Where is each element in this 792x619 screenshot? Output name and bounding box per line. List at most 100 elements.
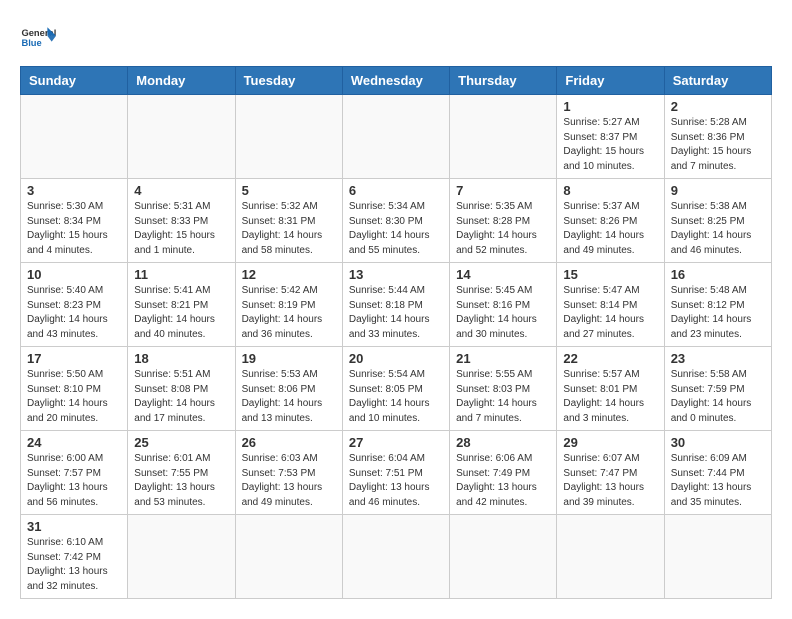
- day-info: Sunrise: 5:31 AM Sunset: 8:33 PM Dayligh…: [134, 200, 228, 258]
- day-info: Sunrise: 5:53 AM Sunset: 8:06 PM Dayligh…: [242, 368, 336, 426]
- calendar-cell: [664, 515, 771, 599]
- calendar-cell: 22 Sunrise: 5:57 AM Sunset: 8:01 PM Dayli…: [557, 347, 664, 431]
- day-number: 17: [27, 351, 121, 366]
- day-number: 31: [27, 519, 121, 534]
- day-info: Sunrise: 6:10 AM Sunset: 7:42 PM Dayligh…: [27, 536, 121, 594]
- calendar-cell: 11 Sunrise: 5:41 AM Sunset: 8:21 PM Dayli…: [128, 263, 235, 347]
- day-info: Sunrise: 6:04 AM Sunset: 7:51 PM Dayligh…: [349, 452, 443, 510]
- logo: General Blue: [20, 20, 56, 56]
- calendar-cell: [128, 95, 235, 179]
- calendar-cell: 12Sunrise: 5:42 AM Sunset: 8:19 PM Dayli…: [235, 263, 342, 347]
- day-info: Sunrise: 5:48 AM Sunset: 8:12 PM Dayligh…: [671, 284, 765, 342]
- day-number: 2: [671, 99, 765, 114]
- calendar-cell: 13Sunrise: 5:44 AM Sunset: 8:18 PM Dayli…: [342, 263, 449, 347]
- day-info: Sunrise: 5:34 AM Sunset: 8:30 PM Dayligh…: [349, 200, 443, 258]
- calendar-cell: 25 Sunrise: 6:01 AM Sunset: 7:55 PM Dayli…: [128, 431, 235, 515]
- calendar-cell: 26Sunrise: 6:03 AM Sunset: 7:53 PM Dayli…: [235, 431, 342, 515]
- day-info: Sunrise: 6:09 AM Sunset: 7:44 PM Dayligh…: [671, 452, 765, 510]
- day-number: 11: [134, 267, 228, 282]
- week-row-1: 1Sunrise: 5:27 AM Sunset: 8:37 PM Daylig…: [21, 95, 772, 179]
- day-info: Sunrise: 5:35 AM Sunset: 8:28 PM Dayligh…: [456, 200, 550, 258]
- day-info: Sunrise: 5:32 AM Sunset: 8:31 PM Dayligh…: [242, 200, 336, 258]
- day-number: 29: [563, 435, 657, 450]
- day-number: 10: [27, 267, 121, 282]
- calendar-cell: 28 Sunrise: 6:06 AM Sunset: 7:49 PM Dayli…: [450, 431, 557, 515]
- day-number: 24: [27, 435, 121, 450]
- calendar-cell: 3 Sunrise: 5:30 AM Sunset: 8:34 PM Daylig…: [21, 179, 128, 263]
- calendar-cell: 29 Sunrise: 6:07 AM Sunset: 7:47 PM Dayli…: [557, 431, 664, 515]
- day-info: Sunrise: 5:40 AM Sunset: 8:23 PM Dayligh…: [27, 284, 121, 342]
- day-info: Sunrise: 5:55 AM Sunset: 8:03 PM Dayligh…: [456, 368, 550, 426]
- calendar-cell: [342, 515, 449, 599]
- calendar-cell: [21, 95, 128, 179]
- calendar-cell: [128, 515, 235, 599]
- calendar-cell: 16Sunrise: 5:48 AM Sunset: 8:12 PM Dayli…: [664, 263, 771, 347]
- day-info: Sunrise: 5:51 AM Sunset: 8:08 PM Dayligh…: [134, 368, 228, 426]
- calendar-cell: [557, 515, 664, 599]
- day-number: 26: [242, 435, 336, 450]
- day-number: 19: [242, 351, 336, 366]
- day-number: 1: [563, 99, 657, 114]
- week-row-6: 31 Sunrise: 6:10 AM Sunset: 7:42 PM Dayli…: [21, 515, 772, 599]
- calendar-cell: 23Sunrise: 5:58 AM Sunset: 7:59 PM Dayli…: [664, 347, 771, 431]
- day-number: 13: [349, 267, 443, 282]
- day-info: Sunrise: 5:45 AM Sunset: 8:16 PM Dayligh…: [456, 284, 550, 342]
- day-number: 9: [671, 183, 765, 198]
- calendar-cell: 14 Sunrise: 5:45 AM Sunset: 8:16 PM Dayli…: [450, 263, 557, 347]
- day-number: 30: [671, 435, 765, 450]
- calendar-cell: [235, 515, 342, 599]
- day-info: Sunrise: 6:06 AM Sunset: 7:49 PM Dayligh…: [456, 452, 550, 510]
- day-number: 5: [242, 183, 336, 198]
- calendar-cell: 18 Sunrise: 5:51 AM Sunset: 8:08 PM Dayli…: [128, 347, 235, 431]
- calendar-cell: 10 Sunrise: 5:40 AM Sunset: 8:23 PM Dayli…: [21, 263, 128, 347]
- page-header: General Blue: [20, 20, 772, 56]
- week-row-4: 17 Sunrise: 5:50 AM Sunset: 8:10 PM Dayli…: [21, 347, 772, 431]
- day-number: 4: [134, 183, 228, 198]
- day-info: Sunrise: 5:41 AM Sunset: 8:21 PM Dayligh…: [134, 284, 228, 342]
- day-info: Sunrise: 5:30 AM Sunset: 8:34 PM Dayligh…: [27, 200, 121, 258]
- week-row-2: 3 Sunrise: 5:30 AM Sunset: 8:34 PM Daylig…: [21, 179, 772, 263]
- calendar-table: SundayMondayTuesdayWednesdayThursdayFrid…: [20, 66, 772, 599]
- weekday-header-row: SundayMondayTuesdayWednesdayThursdayFrid…: [21, 67, 772, 95]
- day-info: Sunrise: 5:54 AM Sunset: 8:05 PM Dayligh…: [349, 368, 443, 426]
- day-number: 14: [456, 267, 550, 282]
- calendar-cell: 19 Sunrise: 5:53 AM Sunset: 8:06 PM Dayli…: [235, 347, 342, 431]
- day-info: Sunrise: 5:57 AM Sunset: 8:01 PM Dayligh…: [563, 368, 657, 426]
- day-info: Sunrise: 5:37 AM Sunset: 8:26 PM Dayligh…: [563, 200, 657, 258]
- calendar-cell: 17 Sunrise: 5:50 AM Sunset: 8:10 PM Dayli…: [21, 347, 128, 431]
- day-number: 20: [349, 351, 443, 366]
- calendar-cell: 1Sunrise: 5:27 AM Sunset: 8:37 PM Daylig…: [557, 95, 664, 179]
- calendar-cell: 24 Sunrise: 6:00 AM Sunset: 7:57 PM Dayli…: [21, 431, 128, 515]
- day-info: Sunrise: 5:50 AM Sunset: 8:10 PM Dayligh…: [27, 368, 121, 426]
- day-number: 18: [134, 351, 228, 366]
- day-number: 3: [27, 183, 121, 198]
- day-number: 25: [134, 435, 228, 450]
- weekday-header-sunday: Sunday: [21, 67, 128, 95]
- day-number: 8: [563, 183, 657, 198]
- calendar-cell: [235, 95, 342, 179]
- weekday-header-saturday: Saturday: [664, 67, 771, 95]
- day-number: 15: [563, 267, 657, 282]
- calendar-cell: [342, 95, 449, 179]
- calendar-cell: 6Sunrise: 5:34 AM Sunset: 8:30 PM Daylig…: [342, 179, 449, 263]
- day-info: Sunrise: 6:01 AM Sunset: 7:55 PM Dayligh…: [134, 452, 228, 510]
- calendar-cell: 15 Sunrise: 5:47 AM Sunset: 8:14 PM Dayli…: [557, 263, 664, 347]
- day-info: Sunrise: 6:00 AM Sunset: 7:57 PM Dayligh…: [27, 452, 121, 510]
- day-number: 28: [456, 435, 550, 450]
- day-info: Sunrise: 6:07 AM Sunset: 7:47 PM Dayligh…: [563, 452, 657, 510]
- day-number: 7: [456, 183, 550, 198]
- weekday-header-thursday: Thursday: [450, 67, 557, 95]
- weekday-header-monday: Monday: [128, 67, 235, 95]
- svg-text:Blue: Blue: [21, 38, 41, 48]
- day-number: 27: [349, 435, 443, 450]
- day-info: Sunrise: 5:38 AM Sunset: 8:25 PM Dayligh…: [671, 200, 765, 258]
- weekday-header-tuesday: Tuesday: [235, 67, 342, 95]
- weekday-header-friday: Friday: [557, 67, 664, 95]
- calendar-cell: 20 Sunrise: 5:54 AM Sunset: 8:05 PM Dayli…: [342, 347, 449, 431]
- day-number: 21: [456, 351, 550, 366]
- day-info: Sunrise: 5:47 AM Sunset: 8:14 PM Dayligh…: [563, 284, 657, 342]
- weekday-header-wednesday: Wednesday: [342, 67, 449, 95]
- day-number: 22: [563, 351, 657, 366]
- calendar-cell: 30 Sunrise: 6:09 AM Sunset: 7:44 PM Dayli…: [664, 431, 771, 515]
- day-number: 23: [671, 351, 765, 366]
